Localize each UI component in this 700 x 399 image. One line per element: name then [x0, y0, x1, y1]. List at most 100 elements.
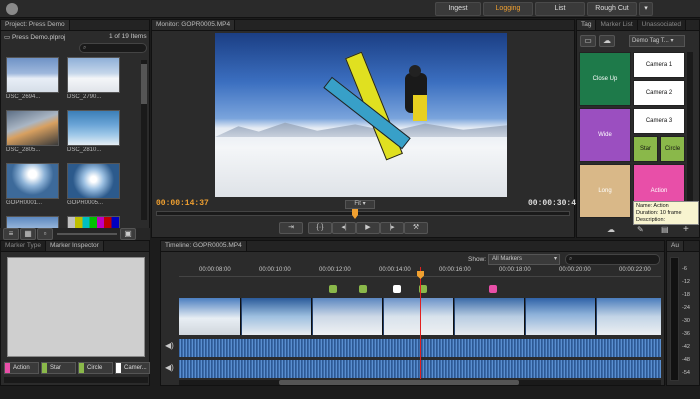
video-clip-thumb	[597, 298, 661, 335]
tag-camera-2[interactable]: Camera 2	[633, 80, 685, 106]
monitor-tabbar: Monitor: GOPR0005.MP4	[152, 20, 574, 31]
project-scrollbar[interactable]	[141, 60, 147, 220]
insert-icon[interactable]: ⇥	[279, 222, 303, 234]
tab-unassociated[interactable]: Unassociated	[637, 20, 687, 30]
tab-timeline[interactable]: Timeline: GOPR0005.MP4	[161, 241, 247, 251]
meter-tick: -24	[682, 305, 690, 311]
tab-tag[interactable]: Tag	[577, 20, 597, 30]
zoom-value: Fit	[354, 201, 361, 207]
tag-camera-3[interactable]: Camera 3	[633, 108, 685, 134]
playhead[interactable]	[352, 209, 358, 219]
video-clip-thumb	[242, 298, 312, 335]
search-icon: ⌕	[83, 45, 87, 51]
marker-type-label: Camer...	[124, 365, 147, 371]
clip-name: GOPR0001...	[6, 200, 43, 206]
marker-type-action[interactable]: Action	[4, 362, 39, 374]
speaker-icon[interactable]: ◀)	[165, 363, 174, 372]
video-clip-thumb	[455, 298, 525, 335]
step-forward-icon[interactable]: |▸	[380, 222, 404, 234]
clip-thumb[interactable]: DSC_2694...	[6, 57, 59, 107]
project-search-input[interactable]: ⌕	[79, 43, 147, 53]
marker-inspector-area	[7, 257, 145, 357]
settings-wrench-icon[interactable]: ⚒	[404, 222, 428, 234]
show-markers-select[interactable]: All Markers ▾	[488, 254, 560, 265]
folder-icon[interactable]: ▭	[580, 35, 596, 47]
zoom-in-icon[interactable]: ▣	[120, 228, 136, 240]
clip-thumb[interactable]: GOPR0001...	[6, 163, 59, 213]
marker-type-star[interactable]: Star	[41, 362, 76, 374]
speaker-icon[interactable]: ◀)	[165, 341, 174, 350]
timeline-marker[interactable]	[359, 285, 367, 293]
tag-circle[interactable]: Circle	[660, 136, 685, 162]
clip-name: DSC_2810...	[67, 147, 102, 153]
clip-name: DSC_2805...	[6, 147, 41, 153]
marker-type-camera[interactable]: Camer...	[115, 362, 150, 374]
tab-marker-type[interactable]: Marker Type	[1, 241, 47, 251]
monitor-panel: Monitor: GOPR0005.MP4 00:00:14:37 00:00:…	[151, 19, 581, 238]
timeline-marker[interactable]	[329, 285, 337, 293]
workspace-logging-button[interactable]: Logging	[483, 2, 533, 16]
tab-marker-inspector[interactable]: Marker Inspector	[46, 241, 104, 251]
audio-tabbar: Au	[667, 241, 699, 252]
add-tag-icon[interactable]: +	[683, 224, 689, 235]
tab-monitor[interactable]: Monitor: GOPR0005.MP4	[152, 20, 236, 30]
meter-tick: -42	[682, 344, 690, 350]
mark-in-out-icon[interactable]: {·}	[308, 222, 332, 234]
delete-icon[interactable]: ▤	[661, 225, 669, 234]
list-view-icon[interactable]: ≡	[3, 228, 19, 240]
project-toolbar: ≡ ▦ ▫ ▣	[0, 228, 150, 240]
timeline-marker[interactable]	[489, 285, 497, 293]
thumb-size-slider[interactable]	[57, 233, 117, 235]
edit-pencil-icon[interactable]: ✎	[637, 225, 644, 234]
tag-close-up[interactable]: Close Up	[579, 52, 631, 106]
workspace-ingest-button[interactable]: Ingest	[435, 2, 481, 16]
marker-type-label: Action	[13, 365, 30, 371]
timeline-marker[interactable]	[393, 285, 401, 293]
tab-marker-list[interactable]: Marker List	[596, 20, 638, 30]
marker-scrollbar[interactable]	[4, 377, 148, 383]
marker-type-label: Circle	[87, 365, 103, 371]
tag-wide[interactable]: Wide	[579, 108, 631, 162]
clip-thumb[interactable]: GOPR0005...	[67, 163, 120, 213]
timeline-search-input[interactable]: ⌕	[565, 254, 660, 265]
meter-scale: -6 -12 -18 -24 -30 -36 -42 -48 -54	[682, 263, 690, 380]
scrub-bar[interactable]	[156, 209, 570, 219]
workspace-list-button[interactable]: List	[535, 2, 585, 16]
meter-tick: -48	[682, 357, 690, 363]
grid-view-icon[interactable]: ▦	[20, 228, 36, 240]
zoom-select[interactable]: Fit ▾	[345, 200, 375, 209]
mountain-range	[215, 122, 507, 137]
marker-tabbar: Marker Type Marker Inspector	[1, 241, 149, 252]
workspace-menu-button[interactable]: ▾	[639, 2, 653, 16]
clip-thumb[interactable]: DSC_2790...	[67, 57, 120, 107]
search-icon: ⌕	[569, 256, 573, 262]
show-label: Show:	[468, 256, 487, 263]
meter-tick: -36	[682, 331, 690, 337]
video-clip-thumb	[313, 298, 383, 335]
play-icon[interactable]: ▶	[356, 222, 380, 234]
video-clip-thumb	[526, 298, 596, 335]
step-back-icon[interactable]: ◂|	[332, 222, 356, 234]
clip-thumb[interactable]: DSC_2805...	[6, 110, 59, 160]
tag-long[interactable]: Long	[579, 164, 631, 218]
workspace-roughcut-button[interactable]: Rough Cut	[587, 2, 637, 16]
clip-name: DSC_2694...	[6, 94, 41, 100]
cloud-sync-icon[interactable]: ☁	[607, 225, 615, 234]
cloud-icon[interactable]: ☁	[599, 35, 615, 47]
meter-tick: -18	[682, 292, 690, 298]
tab-audio[interactable]: Au	[667, 241, 684, 251]
project-tabbar: Project: Press Demo	[1, 20, 149, 31]
marker-type-circle[interactable]: Circle	[78, 362, 113, 374]
timeline-playhead-handle[interactable]	[417, 271, 424, 279]
ruler-label: 00:00:22:00	[619, 267, 651, 273]
timeline-playhead[interactable]	[420, 267, 421, 379]
tag-star[interactable]: Star	[633, 136, 658, 162]
tab-project[interactable]: Project: Press Demo	[1, 20, 70, 30]
tag-camera-1[interactable]: Camera 1	[633, 52, 685, 78]
timeline-scrollbar[interactable]	[179, 380, 661, 385]
zoom-out-icon[interactable]: ▫	[37, 228, 53, 240]
tag-scrollbar[interactable]	[687, 52, 693, 218]
clip-thumb[interactable]: DSC_2810...	[67, 110, 120, 160]
tag-preset-select[interactable]: Demo Tag T... ▾	[629, 35, 685, 47]
meter-tick: -12	[682, 279, 690, 285]
